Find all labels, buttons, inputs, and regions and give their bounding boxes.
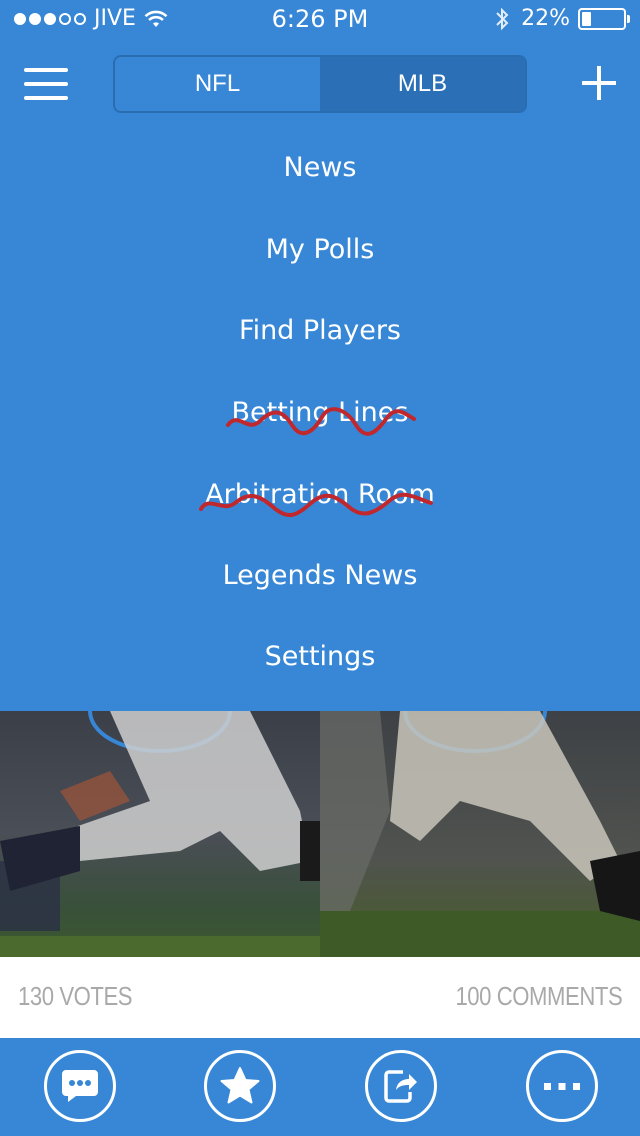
more-icon (544, 1083, 580, 1090)
menu-item-arbitration-room[interactable]: Arbitration Room (0, 464, 640, 524)
menu-item-news[interactable]: News (0, 137, 640, 197)
bluetooth-icon (496, 7, 509, 30)
menu-item-settings[interactable]: Settings (0, 626, 640, 686)
more-button[interactable] (526, 1050, 598, 1122)
poll-stats: 130 VOTES 100 COMMENTS (0, 957, 640, 1038)
add-icon[interactable] (582, 66, 616, 100)
share-button[interactable] (365, 1050, 437, 1122)
menu-item-label: Find Players (239, 314, 401, 346)
menu-item-label: News (283, 151, 357, 183)
poll-photos (0, 711, 640, 957)
chat-button[interactable] (44, 1050, 116, 1122)
menu-item-betting-lines[interactable]: Betting Lines (0, 382, 640, 442)
battery-icon (578, 7, 630, 30)
struck-label: Arbitration Room (199, 479, 435, 517)
player-photo-left (0, 711, 320, 957)
chat-icon (62, 1070, 98, 1102)
menu-item-label: Settings (264, 640, 376, 672)
poll-option-left-photo[interactable] (0, 711, 320, 957)
favorite-button[interactable] (204, 1050, 276, 1122)
vote-count: 130 VOTES (18, 981, 133, 1011)
share-icon (384, 1070, 417, 1103)
nav-bar: NFL MLB (0, 40, 640, 130)
strikethrough-scribble (199, 492, 434, 517)
battery-percent: 22% (521, 6, 570, 31)
menu-item-find-players[interactable]: Find Players (0, 300, 640, 360)
strikethrough-scribble (225, 406, 416, 436)
star-icon (220, 1067, 260, 1104)
segment-mlb[interactable]: MLB (320, 57, 525, 111)
poll-option-right-photo[interactable] (320, 711, 640, 957)
segment-nfl[interactable]: NFL (115, 57, 320, 111)
status-bar: JIVE 6:26 PM 22% (0, 0, 640, 40)
menu-item-label: My Polls (265, 233, 375, 265)
comment-count[interactable]: 100 COMMENTS (455, 981, 622, 1012)
bottom-action-bar (0, 1038, 640, 1136)
menu-item-legends-news[interactable]: Legends News (0, 545, 640, 605)
struck-label: Betting Lines (225, 397, 416, 436)
menu-icon[interactable] (24, 68, 68, 102)
status-right: 22% (495, 6, 630, 31)
menu-item-label: Legends News (222, 559, 418, 591)
player-photo-right (320, 711, 640, 957)
league-segmented-control: NFL MLB (113, 55, 527, 113)
menu-item-my-polls[interactable]: My Polls (0, 219, 640, 279)
dropdown-menu: News My Polls Find Players Betting Lines… (0, 130, 640, 711)
